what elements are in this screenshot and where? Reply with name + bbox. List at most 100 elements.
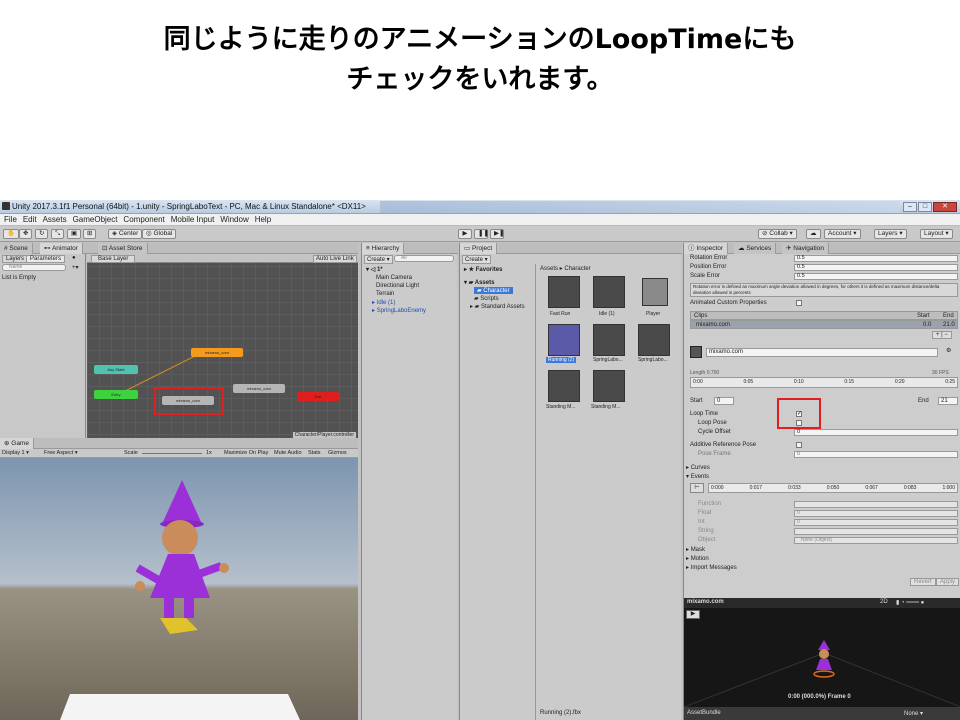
scripts-folder[interactable]: ▰ Scripts — [474, 295, 499, 302]
hierarchy-item-main-camera[interactable]: Main Camera — [376, 275, 412, 281]
start-field[interactable]: 0 — [714, 397, 734, 405]
display-dropdown[interactable]: Display 1 ▾ — [2, 450, 29, 456]
asset-fast-run-thumb[interactable] — [548, 276, 580, 308]
hand-tool-button[interactable]: ✋ — [3, 229, 20, 239]
other-state-node[interactable]: mixamo_com — [233, 384, 285, 393]
int-field[interactable]: 0 — [794, 519, 958, 526]
eye-icon[interactable]: ● — [72, 255, 76, 261]
assets-folder[interactable]: ▾ ▰ Assets — [464, 279, 494, 286]
favorites-folder[interactable]: ▸ ★ Favorites — [464, 266, 502, 273]
character-folder[interactable]: ▰ Character — [474, 287, 513, 294]
menu-file[interactable]: File — [4, 214, 17, 226]
asset-idle-thumb[interactable] — [593, 276, 625, 308]
menu-gameobject[interactable]: GameObject — [73, 214, 118, 226]
menu-component[interactable]: Component — [123, 214, 164, 226]
layers-tab[interactable]: Layers — [2, 255, 29, 263]
tab-scene[interactable]: # Scene — [0, 243, 33, 254]
parameters-tab[interactable]: Parameters — [26, 255, 66, 263]
tab-hierarchy[interactable]: ≡ Hierarchy — [362, 243, 405, 254]
add-parameter-button[interactable]: +▾ — [72, 264, 79, 271]
play-button[interactable]: ▶ — [458, 229, 472, 239]
scale-slider[interactable] — [142, 453, 202, 454]
exit-state-node[interactable]: Exit — [297, 392, 339, 401]
hierarchy-search-input[interactable]: All — [394, 255, 454, 262]
move-tool-button[interactable]: ✥ — [19, 229, 33, 239]
menu-edit[interactable]: Edit — [23, 214, 37, 226]
pause-button[interactable]: ❚❚ — [474, 229, 489, 239]
gizmos-dropdown[interactable]: Gizmos — [328, 450, 347, 456]
apply-button[interactable]: Apply — [936, 578, 960, 586]
collab-button[interactable]: ⊘ Collab ▾ — [758, 229, 797, 239]
rect-tool-button[interactable]: ▣ — [67, 229, 82, 239]
timeline-ruler[interactable]: 0:00 0:05 0:10 0:15 0:20 0:25 — [690, 377, 958, 388]
hierarchy-item-enemy[interactable]: ▸ SpringLaboEnemy — [372, 307, 426, 314]
maximize-on-play-toggle[interactable]: Maximize On Play — [224, 450, 268, 456]
preview-controls[interactable]: ▮ ◔ ═══ ● — [896, 599, 924, 606]
global-local-button[interactable]: ◎ Global — [142, 229, 177, 239]
clip-row[interactable]: mixamo.com 0.0 21.0 — [690, 320, 958, 329]
events-ruler[interactable]: 0:000 0:017 0:033 0:050 0:067 0:083 1:00… — [708, 483, 958, 493]
close-button[interactable]: ✕ — [933, 202, 957, 212]
cycle-offset-field[interactable]: 0 — [794, 429, 958, 436]
end-field[interactable]: 21 — [938, 397, 958, 405]
animator-graph[interactable]: Base Layer Auto Live Link Any State Entr… — [87, 254, 358, 438]
tab-animator[interactable]: ⊷ Animator — [40, 243, 83, 254]
preview-2d-toggle[interactable]: 2D — [880, 599, 888, 605]
additive-ref-pose-checkbox[interactable] — [796, 442, 802, 448]
entry-state-node[interactable]: Entry — [94, 390, 138, 399]
game-viewport[interactable] — [0, 458, 358, 720]
asset-springlabo-1-thumb[interactable] — [593, 324, 625, 356]
events-foldout[interactable]: ▾ Events — [686, 473, 709, 480]
any-state-node[interactable]: Any State — [94, 365, 138, 374]
hierarchy-item-terrain[interactable]: Terrain — [376, 291, 394, 297]
menu-window[interactable]: Window — [220, 214, 248, 226]
stats-toggle[interactable]: Stats — [308, 450, 321, 456]
menu-mobile-input[interactable]: Mobile Input — [171, 214, 215, 226]
hierarchy-create-button[interactable]: Create ▾ — [364, 255, 393, 264]
position-error-field[interactable]: 0.5 — [794, 264, 958, 271]
asset-springlabo-2-thumb[interactable] — [638, 324, 670, 356]
animated-custom-props-checkbox[interactable] — [796, 300, 802, 306]
cloud-button[interactable]: ☁ — [806, 229, 821, 239]
import-messages-foldout[interactable]: ▸ Import Messages — [686, 564, 737, 571]
clip-settings-icon[interactable]: ⚙ — [946, 347, 951, 354]
rotate-tool-button[interactable]: ↻ — [35, 229, 49, 239]
preview-viewport[interactable]: ▶ 0:00 (000.0%) Frame 0 — [684, 608, 960, 707]
mute-audio-toggle[interactable]: Mute Audio — [274, 450, 302, 456]
loop-pose-checkbox[interactable] — [796, 420, 802, 426]
tab-game[interactable]: ⊕ Game — [0, 438, 34, 449]
running-state-node[interactable]: mixamo_com — [191, 348, 243, 357]
menu-assets[interactable]: Assets — [43, 214, 67, 226]
aspect-dropdown[interactable]: Free Aspect ▾ — [44, 450, 78, 456]
add-clip-button[interactable]: + | − — [932, 331, 952, 339]
function-field[interactable] — [794, 501, 958, 508]
scale-error-field[interactable]: 0.5 — [794, 273, 958, 280]
menu-help[interactable]: Help — [255, 214, 271, 226]
assetbundle-dropdown[interactable]: None ▾ — [904, 710, 923, 717]
tab-navigation[interactable]: ✈ Navigation — [782, 243, 829, 254]
tab-asset-store[interactable]: ⊡ Asset Store — [98, 243, 148, 254]
rotation-error-field[interactable]: 0.5 — [794, 255, 958, 262]
scale-tool-button[interactable]: ⤡ — [51, 229, 65, 239]
transform-tool-button[interactable]: ⊞ — [83, 229, 97, 239]
clip-name-field[interactable]: mixamo.com — [706, 348, 938, 357]
maximize-button[interactable]: □ — [918, 202, 932, 212]
step-button[interactable]: ▶❚ — [490, 229, 504, 239]
scene-root[interactable]: ▾ ◁ 1* — [366, 266, 383, 273]
project-create-button[interactable]: Create ▾ — [462, 255, 491, 264]
string-field[interactable] — [794, 528, 958, 535]
pose-frame-field[interactable]: 0 — [794, 451, 958, 458]
tab-inspector[interactable]: ⓘ Inspector — [684, 243, 729, 254]
layout-button[interactable]: Layout ▾ — [920, 229, 953, 239]
hierarchy-item-directional-light[interactable]: Directional Light — [376, 283, 419, 289]
float-field[interactable]: 0 — [794, 510, 958, 517]
object-field[interactable]: None (Object) — [794, 537, 958, 544]
parameter-search-input[interactable]: Name — [2, 264, 66, 271]
revert-button[interactable]: Revert — [910, 578, 936, 586]
asset-standing-1-thumb[interactable] — [548, 370, 580, 402]
pivot-center-button[interactable]: ◈ Center — [108, 229, 143, 239]
asset-standing-2-thumb[interactable] — [593, 370, 625, 402]
tab-project[interactable]: ▭ Project — [460, 243, 498, 254]
minimize-button[interactable]: – — [903, 202, 917, 212]
asset-running-thumb[interactable] — [548, 324, 580, 356]
